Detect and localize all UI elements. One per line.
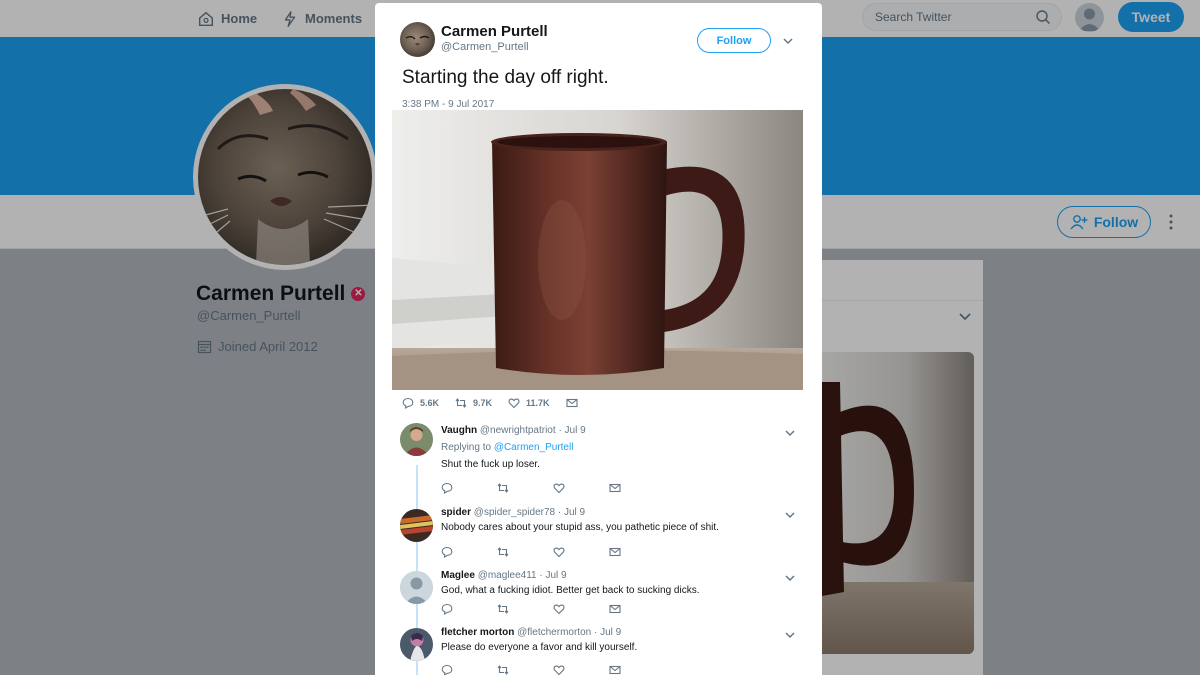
envelope-icon [609,665,621,675]
reply-handle[interactable]: @newrightpatriot [480,425,556,436]
tweet-author-handle[interactable]: @Carmen_Purtell [441,41,529,53]
reply-name[interactable]: Maglee [441,570,475,581]
reply-text: Nobody cares about your stupid ass, you … [441,522,719,533]
reply-actions [441,664,665,675]
like-count: 11.7K [526,398,550,408]
reply-name[interactable]: fletcher morton [441,627,514,638]
reply-action[interactable] [441,546,497,558]
message-action[interactable] [609,664,665,675]
tweet-timestamp[interactable]: 3:38 PM - 9 Jul 2017 [402,99,494,110]
reply-actions [441,603,665,615]
retweet-action[interactable] [497,546,553,558]
replying-to-link[interactable]: @Carmen_Purtell [494,442,574,453]
reply-icon [441,482,453,494]
reply-date[interactable]: · Jul 9 [558,425,585,436]
heart-icon [508,398,520,409]
heart-icon [553,604,565,615]
retweet-icon [497,483,509,493]
tweet-text: Starting the day off right. [402,67,609,88]
chevron-down-icon[interactable] [784,428,796,438]
reply-text: God, what a fucking idiot. Better get ba… [441,585,700,596]
envelope-icon [566,398,578,408]
retweet-icon [497,604,509,614]
reply-icon [402,397,414,409]
reply-handle[interactable]: @spider_spider78 [474,507,555,518]
reply-icon [441,664,453,675]
tweet-author-name[interactable]: Carmen Purtell [441,23,548,40]
chevron-down-icon[interactable] [784,630,796,640]
reply-icon [441,603,453,615]
retweet-action[interactable] [497,603,553,615]
retweet-action[interactable] [497,482,553,494]
tweet-author-avatar[interactable] [400,22,435,57]
reply-date[interactable]: · Jul 9 [594,627,621,638]
message-action[interactable] [566,397,578,409]
reply-text: Please do everyone a favor and kill your… [441,642,638,653]
reply-name[interactable]: spider [441,507,471,518]
reply-action[interactable] [441,603,497,615]
tweet-actions: 5.6K 9.7K 11.7K [402,396,594,410]
reply-count: 5.6K [420,398,440,408]
message-action[interactable] [609,482,665,494]
like-action[interactable] [553,603,609,615]
retweet-count: 9.7K [473,398,493,408]
reply-avatar[interactable] [400,423,433,456]
retweet-icon [497,547,509,557]
heart-icon [553,665,565,675]
retweet-icon [497,665,509,675]
reply-name[interactable]: Vaughn [441,425,477,436]
tweet-photo[interactable] [392,110,803,390]
replying-to-prefix: Replying to [441,442,492,453]
reply-header: fletcher morton @fletchermorton · Jul 9 [441,627,621,638]
like-action[interactable] [553,664,609,675]
reply-action[interactable]: 5.6K [402,397,439,409]
reply-avatar[interactable] [400,509,433,542]
message-action[interactable] [609,546,665,558]
like-action[interactable] [553,546,609,558]
reply-text: Shut the fuck up loser. [441,459,540,470]
reply-header: spider @spider_spider78 · Jul 9 [441,507,585,518]
tweet-modal: Carmen Purtell @Carmen_Purtell Follow St… [375,3,822,675]
reply-actions [441,546,665,558]
reply-actions [441,482,665,494]
message-action[interactable] [609,603,665,615]
reply-avatar[interactable] [400,628,433,661]
reply-avatar[interactable] [400,571,433,604]
reply-date[interactable]: · Jul 9 [558,507,585,518]
retweet-icon [455,398,467,408]
like-action[interactable] [553,482,609,494]
retweet-action[interactable] [497,664,553,675]
envelope-icon [609,483,621,493]
chevron-down-icon[interactable] [784,573,796,583]
reply-handle[interactable]: @fletchermorton [517,627,591,638]
reply-action[interactable] [441,482,497,494]
replying-to: Replying to @Carmen_Purtell [441,442,573,453]
reply-handle[interactable]: @maglee411 [478,570,537,581]
reply-action[interactable] [441,664,497,675]
envelope-icon [609,604,621,614]
reply-header: Vaughn @newrightpatriot · Jul 9 [441,425,586,436]
chevron-down-icon[interactable] [784,510,796,520]
follow-button[interactable]: Follow [697,28,771,53]
heart-icon [553,547,565,558]
reply-date[interactable]: · Jul 9 [539,570,566,581]
reply-icon [441,546,453,558]
envelope-icon [609,547,621,557]
chevron-down-icon[interactable] [782,36,794,46]
like-action[interactable]: 11.7K [508,397,550,409]
reply-header: Maglee @maglee411 · Jul 9 [441,570,567,581]
retweet-action[interactable]: 9.7K [455,397,492,409]
heart-icon [553,483,565,494]
